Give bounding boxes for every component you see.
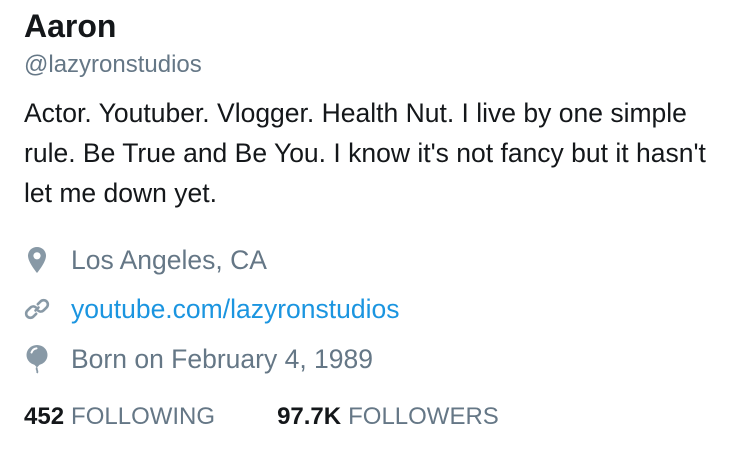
birthday-text: Born on February 4, 1989: [71, 344, 373, 374]
profile-card: Aaron @lazyronstudios Actor. Youtuber. V…: [0, 0, 749, 453]
link-icon: [24, 294, 50, 324]
followers-stat[interactable]: 97.7K FOLLOWERS: [277, 402, 499, 432]
balloon-icon: [24, 344, 50, 374]
following-count: 452: [24, 403, 65, 430]
profile-handle[interactable]: @lazyronstudios: [24, 50, 202, 80]
website-link[interactable]: youtube.com/lazyronstudios: [71, 291, 399, 327]
followers-count: 97.7K: [277, 403, 342, 430]
profile-stats: 452 FOLLOWING 97.7K FOLLOWERS: [24, 402, 499, 432]
following-label: FOLLOWING: [71, 403, 216, 430]
location-row: Los Angeles, CA: [24, 242, 267, 278]
profile-bio: Actor. Youtuber. Vlogger. Health Nut. I …: [24, 98, 706, 208]
following-stat[interactable]: 452 FOLLOWING: [24, 402, 215, 432]
website-row: youtube.com/lazyronstudios: [24, 291, 399, 327]
profile-name: Aaron: [24, 8, 117, 44]
location-pin-icon: [24, 245, 50, 275]
followers-label: FOLLOWERS: [348, 403, 499, 430]
location-text: Los Angeles, CA: [71, 245, 267, 275]
birthday-row: Born on February 4, 1989: [24, 341, 373, 377]
